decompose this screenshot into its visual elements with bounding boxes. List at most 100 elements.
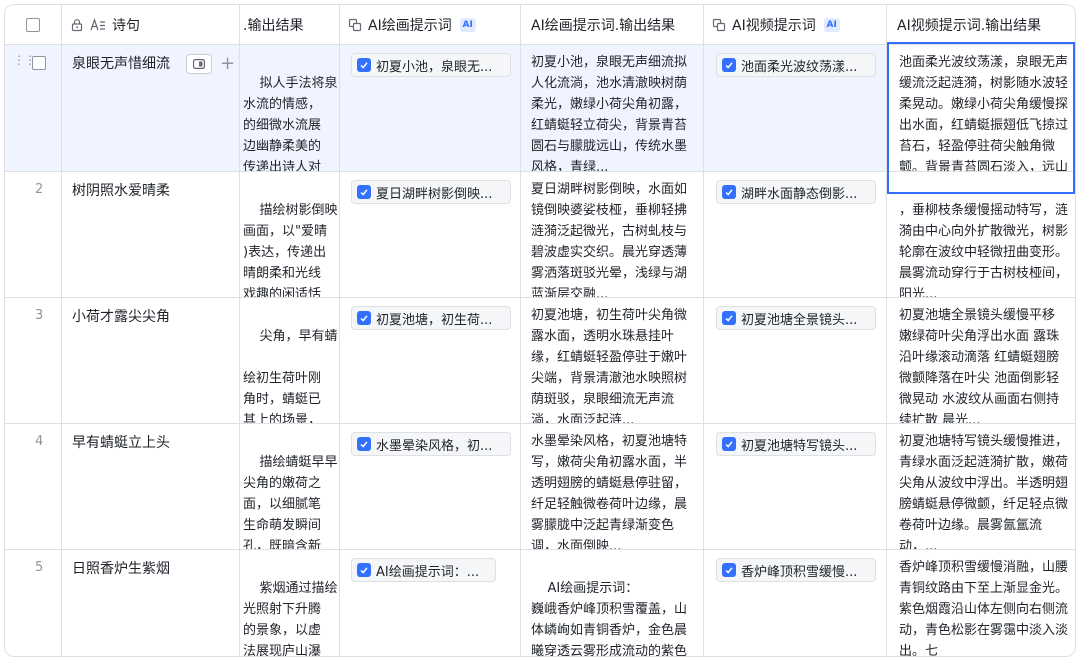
linked-record-icon (357, 311, 371, 325)
column-header-ai-video-label: AI视频提示词 (732, 17, 816, 34)
linked-record-icon (722, 563, 736, 577)
column-header-ai-video-output[interactable]: AI视频提示词.输出结果 (887, 5, 1075, 45)
ai-badge: AI (459, 17, 476, 32)
row-2-ai-drawing-output-cell[interactable]: 夏日湖畔树影倒映，水面如镜倒映婆娑枝桠，垂柳轻拂涟漪泛起微光，古树虬枝与碧波虚实… (521, 172, 704, 298)
row-3-output-cell[interactable]: 尖角，早有蜻 绘初生荷叶刚 角时，蜻蜓已 其上的场景， 初夏时节自... (240, 298, 340, 424)
column-header-ai-drawing-label: AI绘画提示词 (368, 17, 452, 34)
column-header-poem[interactable]: 诗句 (62, 5, 240, 45)
lookup-field-icon (712, 18, 726, 32)
column-header-output[interactable]: .输出结果 (240, 5, 340, 45)
row-number: 5 (35, 560, 44, 575)
row-number: 3 (35, 308, 44, 323)
cell-text: 夏日湖畔树影倒映，水面如镜倒映婆娑枝桠，垂柳轻拂涟漪泛起微光，古树虬枝与碧波虚实… (531, 182, 688, 298)
cell-text: 描绘树影倒映 画面，以"爱晴 )表达，传递出 晴朗柔和光线 戏趣的闲适恬 然景物… (243, 203, 338, 298)
row-1-ai-drawing-output-cell[interactable]: 初夏小池，泉眼无声细流拟人化流淌，池水清澈映树荫柔光，嫩绿小荷尖角初露，红蜻蜓轻… (521, 45, 704, 172)
column-header-ai-drawing-output-label: AI绘画提示词.输出结果 (531, 17, 676, 34)
row-2-output-cell[interactable]: 描绘树影倒映 画面，以"爱晴 )表达，传递出 晴朗柔和光线 戏趣的闲适恬 然景物… (240, 172, 340, 298)
linked-record-icon (722, 311, 736, 325)
row-number: 4 (35, 434, 44, 449)
row-1-ai-drawing-cell[interactable]: 初夏小池，泉眼无... (340, 45, 521, 172)
row-3-ai-video-output-cell[interactable]: 初夏池塘全景镜头缓慢平移 嫩绿荷叶尖角浮出水面 露珠沿叶缘滚动滴落 红蜻蜓翅膀微… (887, 298, 1075, 424)
row-1-ai-video-cell[interactable]: 池面柔光波纹荡漾... (704, 45, 887, 172)
linked-record-chip[interactable]: 水墨晕染风格，初... (351, 432, 511, 456)
chip-label: 初夏池塘全景镜头... (741, 312, 858, 328)
lock-icon (70, 18, 84, 32)
row-5-handle-cell[interactable]: 5 (5, 550, 62, 656)
linked-record-icon (357, 563, 371, 577)
chip-label: 初夏池塘特写镜头... (741, 438, 858, 454)
linked-record-chip[interactable]: AI绘画提示词：... (351, 558, 496, 582)
row-4-ai-video-cell[interactable]: 初夏池塘特写镜头... (704, 424, 887, 550)
row-2-handle-cell[interactable]: 2 (5, 172, 62, 298)
chip-label: AI绘画提示词：... (376, 564, 480, 580)
cell-text: 初夏池塘全景镜头缓慢平移 嫩绿荷叶尖角浮出水面 露珠沿叶缘滚动滴落 红蜻蜓翅膀微… (899, 308, 1060, 424)
linked-record-chip[interactable]: 湖畔水面静态倒影... (716, 180, 876, 204)
cell-text: 水墨晕染风格，初夏池塘特写，嫩荷尖角初露水面，半透明翅膀的蜻蜓悬停驻留，纤足轻触… (531, 434, 688, 550)
cell-text: 初夏小池，泉眼无声细流拟人化流淌，池水清澈映树荫柔光，嫩绿小荷尖角初露，红蜻蜓轻… (531, 55, 688, 172)
row-3-ai-drawing-output-cell[interactable]: 初夏池塘，初生荷叶尖角微露水面，透明水珠悬挂叶缘，红蜻蜓轻盈停驻于嫩叶尖端，背景… (521, 298, 704, 424)
row-3-poem-cell[interactable]: 小荷才露尖尖角 (62, 298, 240, 424)
linked-record-chip[interactable]: 香炉峰顶积雪缓慢... (716, 558, 876, 582)
row-5-ai-video-cell[interactable]: 香炉峰顶积雪缓慢... (704, 550, 887, 656)
text-field-icon (90, 17, 106, 32)
row-4-poem-cell[interactable]: 早有蜻蜓立上头 (62, 424, 240, 550)
chip-label: 香炉峰顶积雪缓慢... (741, 564, 858, 580)
linked-record-chip[interactable]: 初夏池塘特写镜头... (716, 432, 876, 456)
expand-icon (193, 59, 205, 69)
poem-text: 泉眼无声惜细流 (72, 56, 170, 72)
column-header-ai-drawing[interactable]: AI绘画提示词 AI (340, 5, 521, 45)
row-2-poem-cell[interactable]: 树阴照水爱晴柔 (62, 172, 240, 298)
row-4-output-cell[interactable]: 描绘蜻蜓早早 尖角的嫩荷之 面，以细腻笔 生命萌发瞬间 孔，既暗含新 锋芒便已吸… (240, 424, 340, 550)
row-5-poem-cell[interactable]: 日照香炉生紫烟 (62, 550, 240, 656)
row-1-poem-cell[interactable]: 泉眼无声惜细流 + (62, 45, 240, 172)
row-4-ai-drawing-output-cell[interactable]: 水墨晕染风格，初夏池塘特写，嫩荷尖角初露水面，半透明翅膀的蜻蜓悬停驻留，纤足轻触… (521, 424, 704, 550)
linked-record-chip[interactable]: 初夏池塘全景镜头... (716, 306, 876, 330)
select-all-checkbox[interactable] (26, 17, 40, 32)
row-5-ai-drawing-output-cell[interactable]: AI绘画提示词： 巍峨香炉峰顶积雪覆盖，山体嶙峋如青铜香炉，金色晨曦穿透云雾形成… (521, 550, 704, 657)
chip-label: 水墨晕染风格，初... (376, 438, 493, 454)
ai-badge: AI (823, 17, 840, 32)
cell-text: 香炉峰顶积雪缓慢消融，山腰青铜纹路由下至上渐显金光。紫色烟霞沿山体左侧向右侧流动… (899, 560, 1069, 657)
poem-text: 日照香炉生紫烟 (72, 561, 170, 577)
row-5-ai-video-output-cell[interactable]: 香炉峰顶积雪缓慢消融，山腰青铜纹路由下至上渐显金光。紫色烟霞沿山体左侧向右侧流动… (887, 550, 1075, 657)
expand-record-button[interactable] (186, 54, 212, 74)
linked-record-icon (722, 185, 736, 199)
row-4-handle-cell[interactable]: 4 (5, 424, 62, 550)
row-3-ai-video-cell[interactable]: 初夏池塘全景镜头... (704, 298, 887, 424)
row-1-ai-video-output-cell[interactable]: 池面柔光波纹荡漾，泉眼无声缓流泛起涟漪，树影随水波轻柔晃动。嫩绿小荷尖角缓慢探出… (887, 45, 1075, 172)
row-2-ai-video-output-cell[interactable]: ，垂柳枝条缓慢摇动特写，涟漪由中心向外扩散微光，树影轮廓在波纹中轻微扭曲变形。晨… (887, 172, 1075, 298)
chip-label: 湖畔水面静态倒影... (741, 186, 858, 202)
row-2-ai-drawing-cell[interactable]: 夏日湖畔树影倒映... (340, 172, 521, 298)
cell-text: 池面柔光波纹荡漾，泉眼无声缓流泛起涟漪，树影随水波轻柔晃动。嫩绿小荷尖角缓慢探出… (899, 55, 1069, 172)
column-header-ai-drawing-output[interactable]: AI绘画提示词.输出结果 (521, 5, 704, 45)
cell-text: 初夏池塘，初生荷叶尖角微露水面，透明水珠悬挂叶缘，红蜻蜓轻盈停驻于嫩叶尖端，背景… (531, 308, 688, 424)
chip-label: 初夏池塘，初生荷... (376, 312, 493, 328)
cell-text: 初夏池塘特写镜头缓慢推进，青绿水面泛起涟漪扩散，嫩荷尖角从波纹中浮出。半透明翅膀… (899, 434, 1069, 550)
select-all-header[interactable] (5, 5, 62, 45)
row-1-output-cell[interactable]: 拟人手法将泉 水流的情感， 的细微水流展 边幽静柔美的 传递出诗人对 谐相处的细… (240, 45, 340, 172)
row-2-ai-video-cell[interactable]: 湖畔水面静态倒影... (704, 172, 887, 298)
linked-record-chip[interactable]: 夏日湖畔树影倒映... (351, 180, 511, 204)
row-3-ai-drawing-cell[interactable]: 初夏池塘，初生荷... (340, 298, 521, 424)
cell-text: 尖角，早有蜻 绘初生荷叶刚 角时，蜻蜓已 其上的场景， 初夏时节自... (243, 329, 338, 424)
linked-record-chip[interactable]: 初夏小池，泉眼无... (351, 53, 511, 77)
linked-record-chip[interactable]: 初夏池塘，初生荷... (351, 306, 511, 330)
row-5-output-cell[interactable]: 紫烟通过描绘 光照射下升腾 的景象，以虚 法展现庐山瀑 [1][3][6]。 (240, 550, 340, 656)
poem-text: 树阴照水爱晴柔 (72, 183, 170, 199)
linked-record-icon (357, 185, 371, 199)
column-header-output-label: .输出结果 (243, 17, 304, 34)
row-4-ai-drawing-cell[interactable]: 水墨晕染风格，初... (340, 424, 521, 550)
linked-record-icon (722, 437, 736, 451)
add-record-icon[interactable]: + (220, 55, 235, 73)
table-view: 诗句 .输出结果 AI绘画提示词 AI AI绘画提示词.输出结果 AI视频提示词… (4, 4, 1076, 657)
row-5-ai-drawing-cell[interactable]: AI绘画提示词：... (340, 550, 521, 656)
row-3-handle-cell[interactable]: 3 (5, 298, 62, 424)
linked-record-chip[interactable]: 池面柔光波纹荡漾... (716, 53, 876, 77)
chip-label: 夏日湖畔树影倒映... (376, 186, 493, 202)
cell-text: AI绘画提示词： 巍峨香炉峰顶积雪覆盖，山体嶙峋如青铜香炉，金色晨曦穿透云雾形成… (531, 581, 688, 657)
row-checkbox[interactable] (32, 56, 46, 70)
row-1-handle-cell[interactable]: ⋮⋮ (5, 45, 62, 172)
column-header-ai-video[interactable]: AI视频提示词 AI (704, 5, 887, 45)
cell-text: 拟人手法将泉 水流的情感， 的细微水流展 边幽静柔美的 传递出诗人对 谐相处的细… (243, 76, 338, 172)
row-4-ai-video-output-cell[interactable]: 初夏池塘特写镜头缓慢推进，青绿水面泛起涟漪扩散，嫩荷尖角从波纹中浮出。半透明翅膀… (887, 424, 1075, 550)
